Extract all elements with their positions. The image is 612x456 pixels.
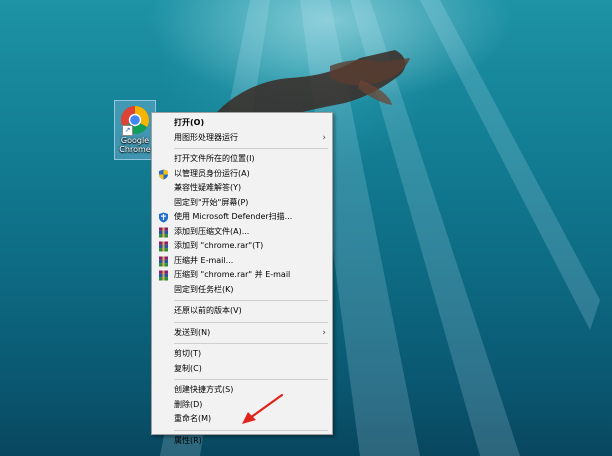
menu-item-label: 还原以前的版本(V) xyxy=(174,306,242,315)
menu-item-send-to[interactable]: 发送到(N) › xyxy=(152,326,332,341)
menu-item-run-as-admin[interactable]: 以管理员身份运行(A) xyxy=(152,167,332,182)
menu-item-label: 固定到任务栏(K) xyxy=(174,284,234,294)
winrar-icon xyxy=(158,256,169,267)
menu-item-restore-previous-versions[interactable]: 还原以前的版本(V) xyxy=(152,304,332,319)
menu-item-label: 使用 Microsoft Defender扫描... xyxy=(174,212,293,221)
menu-item-open-file-location[interactable]: 打开文件所在的位置(I) xyxy=(152,152,332,167)
context-menu: 打开(O) 用图形处理器运行 › 打开文件所在的位置(I) 以管理员身份运行(A)… xyxy=(151,112,333,445)
menu-item-compress-to-rar-and-email[interactable]: 压缩到 "chrome.rar" 并 E-mail xyxy=(152,268,332,283)
menu-item-pin-to-start[interactable]: 固定到"开始"屏幕(P) xyxy=(152,196,332,211)
menu-item-label: 压缩并 E-mail... xyxy=(174,255,234,265)
menu-item-label: 兼容性疑难解答(Y) xyxy=(174,183,242,192)
desktop-shortcut-chrome[interactable]: ↗ Google Chrome xyxy=(114,100,156,160)
menu-item-label: 添加到 "chrome.rar"(T) xyxy=(174,241,264,250)
menu-separator xyxy=(174,379,328,380)
menu-item-label: 创建快捷方式(S) xyxy=(174,385,234,394)
menu-separator xyxy=(174,321,328,323)
menu-item-compat-troubleshoot[interactable]: 兼容性疑难解答(Y) xyxy=(152,181,332,196)
uac-shield-icon xyxy=(158,169,169,180)
menu-item-delete[interactable]: 删除(D) xyxy=(152,398,332,413)
menu-item-compress-and-email[interactable]: 压缩并 E-mail... xyxy=(152,254,332,269)
menu-item-label: 压缩到 "chrome.rar" 并 E-mail xyxy=(174,270,291,279)
menu-item-defender-scan[interactable]: 使用 Microsoft Defender扫描... xyxy=(152,210,332,225)
chrome-icon: ↗ xyxy=(120,105,150,136)
desktop-icon-label: Google Chrome xyxy=(119,136,150,154)
menu-item-label: 打开文件所在的位置(I) xyxy=(174,154,255,163)
menu-item-rename[interactable]: 重命名(M) xyxy=(152,412,332,427)
menu-item-create-shortcut[interactable]: 创建快捷方式(S) xyxy=(152,383,332,398)
menu-item-label: 删除(D) xyxy=(174,399,203,409)
menu-item-label: 复制(C) xyxy=(174,363,202,373)
menu-separator xyxy=(174,300,328,301)
menu-item-label: 用图形处理器运行 xyxy=(174,132,238,142)
menu-item-label: 以管理员身份运行(A) xyxy=(174,168,250,178)
icon-label-line2: Chrome xyxy=(119,145,151,154)
menu-item-label: 重命名(M) xyxy=(174,414,212,423)
menu-item-label: 发送到(N) xyxy=(174,327,211,337)
menu-item-cut[interactable]: 剪切(T) xyxy=(152,347,332,362)
winrar-icon xyxy=(158,270,169,281)
menu-item-pin-to-taskbar[interactable]: 固定到任务栏(K) xyxy=(152,283,332,298)
menu-item-add-to-chrome-rar[interactable]: 添加到 "chrome.rar"(T) xyxy=(152,239,332,254)
menu-separator xyxy=(174,343,328,344)
menu-item-run-with-gpu[interactable]: 用图形处理器运行 › xyxy=(152,131,332,146)
menu-item-properties[interactable]: 属性(R) xyxy=(152,434,332,449)
menu-separator xyxy=(174,429,328,431)
submenu-arrow-icon: › xyxy=(322,132,326,143)
menu-separator xyxy=(174,148,328,149)
menu-item-label: 固定到"开始"屏幕(P) xyxy=(174,197,249,207)
shortcut-arrow-icon: ↗ xyxy=(122,125,133,136)
menu-item-label: 添加到压缩文件(A)... xyxy=(174,226,250,236)
menu-item-label: 属性(R) xyxy=(174,435,202,445)
menu-item-add-to-archive[interactable]: 添加到压缩文件(A)... xyxy=(152,225,332,240)
icon-label-line1: Google xyxy=(120,136,150,145)
submenu-arrow-icon: › xyxy=(322,327,326,338)
winrar-icon xyxy=(158,241,169,252)
menu-item-copy[interactable]: 复制(C) xyxy=(152,362,332,377)
winrar-icon xyxy=(158,227,169,238)
menu-item-open[interactable]: 打开(O) xyxy=(152,116,332,131)
menu-item-label: 剪切(T) xyxy=(174,349,202,358)
defender-icon xyxy=(158,212,169,223)
menu-item-label: 打开(O) xyxy=(174,118,205,127)
